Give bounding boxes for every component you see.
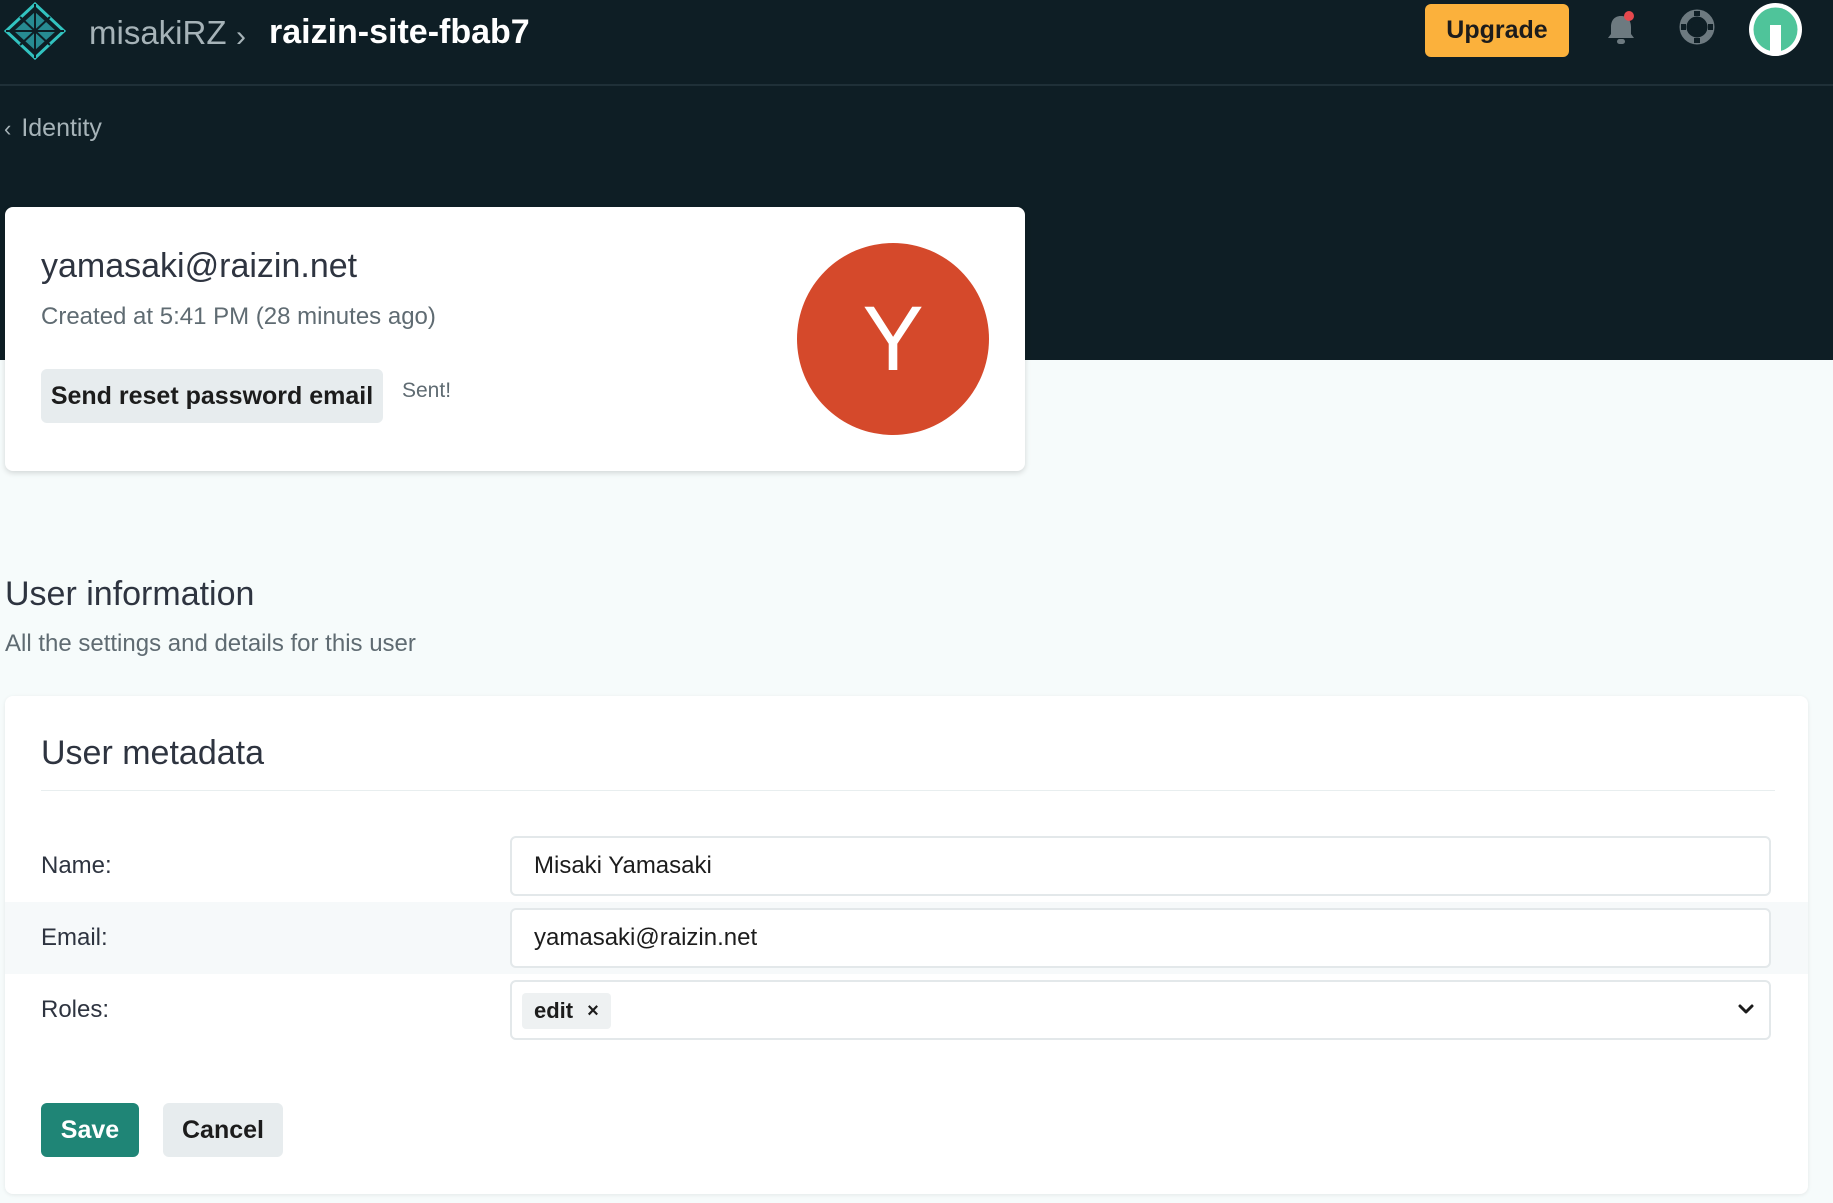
name-input[interactable]: [510, 836, 1771, 896]
reset-status-text: Sent!: [402, 379, 452, 402]
user-metadata-card: User metadata Name: Email: Roles: edit ×…: [5, 696, 1808, 1194]
netlify-logo-icon[interactable]: [4, 2, 66, 60]
section-title: User information: [5, 575, 255, 613]
roles-label: Roles:: [41, 996, 110, 1023]
email-input[interactable]: [510, 908, 1771, 968]
user-email-heading: yamasaki@raizin.net: [41, 247, 358, 285]
avatar-pattern-icon: [1753, 7, 1798, 56]
metadata-divider: [41, 790, 1775, 791]
send-reset-password-button[interactable]: Send reset password email: [41, 369, 383, 423]
save-button[interactable]: Save: [41, 1103, 139, 1157]
chevron-down-icon[interactable]: [1733, 996, 1759, 1022]
user-avatar-large: Y: [797, 243, 989, 435]
user-created-timestamp: Created at 5:41 PM (28 minutes ago): [41, 303, 436, 330]
cancel-button[interactable]: Cancel: [163, 1103, 283, 1157]
email-label: Email:: [41, 924, 108, 951]
team-name-link[interactable]: misakiRZ: [89, 14, 227, 52]
metadata-title: User metadata: [41, 734, 264, 772]
site-name-link[interactable]: raizin-site-fbab7: [269, 13, 530, 52]
roles-row: Roles: edit ×: [5, 974, 1808, 1046]
section-subtitle: All the settings and details for this us…: [5, 630, 416, 657]
back-link-label: Identity: [21, 114, 102, 142]
back-to-identity-link[interactable]: ‹ Identity: [4, 114, 102, 143]
name-label: Name:: [41, 852, 112, 879]
role-tag: edit ×: [522, 993, 611, 1029]
help-lifebuoy-icon[interactable]: [1678, 8, 1716, 46]
user-summary-card: yamasaki@raizin.net Created at 5:41 PM (…: [5, 207, 1025, 471]
notification-dot-icon: [1624, 11, 1634, 21]
remove-role-icon[interactable]: ×: [587, 1000, 599, 1023]
roles-select[interactable]: edit ×: [510, 980, 1771, 1040]
top-navigation-bar: misakiRZ › raizin-site-fbab7 Upgrade: [0, 0, 1833, 86]
chevron-left-icon: ‹: [4, 115, 12, 141]
user-avatar[interactable]: [1749, 3, 1802, 56]
upgrade-button[interactable]: Upgrade: [1425, 4, 1569, 57]
breadcrumb-separator-icon: ›: [236, 20, 246, 53]
notifications-bell-icon[interactable]: [1604, 10, 1638, 48]
role-tag-label: edit: [534, 998, 574, 1023]
name-row: Name:: [5, 830, 1808, 902]
email-row: Email:: [5, 902, 1808, 974]
